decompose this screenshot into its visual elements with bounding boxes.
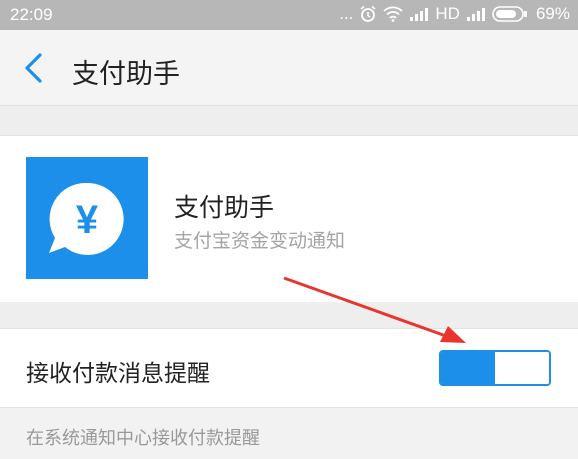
signal-icon [409, 7, 429, 21]
toggle-knob [497, 352, 549, 384]
back-button[interactable] [20, 52, 50, 84]
app-info-card: ¥ 支付助手 支付宝资金变动通知 [0, 135, 578, 303]
yuan-chat-bubble-icon: ¥ [49, 182, 124, 255]
app-icon: ¥ [26, 157, 148, 279]
status-time: 22:09 [10, 5, 53, 24]
chevron-left-icon [25, 53, 42, 83]
app-description: 支付宝资金变动通知 [174, 230, 346, 252]
payment-notification-toggle[interactable] [439, 350, 551, 386]
app-header: 支付助手 [0, 30, 578, 105]
section-divider-2 [0, 302, 578, 328]
setting-label: 接收付款消息提醒 [26, 361, 210, 387]
more-dots-icon: ... [339, 4, 354, 23]
status-icons: ... HD 69% [339, 4, 570, 24]
toggle-track-on [441, 352, 495, 384]
section-divider [0, 105, 578, 136]
battery-icon [492, 6, 528, 22]
setting-hint: 在系统通知中心接收付款提醒 [26, 428, 260, 449]
status-bar: 22:09 ... HD 69% [0, 0, 578, 30]
yuan-symbol: ¥ [76, 198, 99, 242]
alarm-icon [359, 5, 377, 23]
wifi-icon [383, 6, 404, 22]
battery-percent: 69% [535, 4, 570, 23]
page-title: 支付助手 [72, 59, 180, 90]
signal-icon-2 [466, 7, 486, 21]
network-type: HD [435, 4, 460, 23]
payment-notification-setting: 接收付款消息提醒 [0, 328, 578, 408]
app-name: 支付助手 [174, 193, 275, 222]
